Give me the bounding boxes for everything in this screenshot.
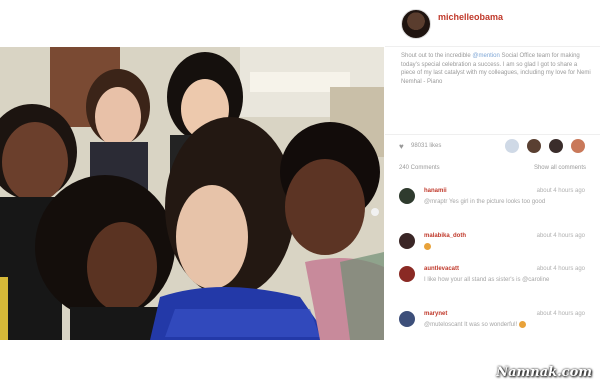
commenter-avatar[interactable] (399, 266, 415, 282)
commenter-avatar[interactable] (399, 188, 415, 204)
emoji-icon (518, 321, 526, 328)
group-selfie-image (0, 47, 384, 340)
liker-avatar-icon[interactable] (527, 139, 541, 153)
post-stats: ♥ 98031 likes 240 Comments Show all comm… (385, 134, 600, 181)
caption-text-3: - Piano (423, 78, 443, 85)
comment-text-body: @muteloscant It was so wonderful! (424, 322, 518, 329)
comment-text (424, 243, 584, 251)
comment-text: @muteloscant It was so wonderful! (424, 321, 584, 329)
comment-text: @mraptr Yes girl in the picture looks to… (424, 199, 546, 205)
likes-count[interactable]: 98031 likes (411, 143, 441, 149)
comment-item: auntlevacatt about 4 hours ago I like ho… (399, 264, 589, 304)
comment-item: marynet about 4 hours ago @muteloscant I… (399, 309, 589, 349)
liker-avatar-icon[interactable] (571, 139, 585, 153)
post-side-panel: michelleobama Shout out to the incredibl… (385, 0, 600, 345)
commenter-username[interactable]: marynet (424, 311, 447, 317)
liker-avatar-icon[interactable] (505, 139, 519, 153)
commenter-username[interactable]: malabika_doth (424, 233, 466, 239)
site-watermark: Namnak.com (496, 365, 592, 380)
comments-count: 240 Comments (399, 165, 440, 171)
profile-avatar[interactable] (401, 9, 431, 39)
profile-username[interactable]: michelleobama (438, 12, 503, 22)
emoji-icon (424, 243, 431, 250)
comment-text: I like how your all stand as sister's is… (424, 277, 550, 283)
commenter-avatar[interactable] (399, 233, 415, 249)
caption-mention[interactable]: @mention (472, 53, 499, 59)
commenter-avatar[interactable] (399, 311, 415, 327)
post-caption: Shout out to the incredible @mention Soc… (401, 52, 591, 86)
post-header: michelleobama (385, 0, 600, 47)
comment-time: about 4 hours ago (536, 233, 585, 239)
heart-icon[interactable]: ♥ (399, 142, 407, 151)
commenter-username[interactable]: hanamii (424, 188, 447, 194)
caption-text-1: Shout out to the incredible (401, 53, 473, 59)
comment-time: about 4 hours ago (536, 188, 585, 194)
commenter-username[interactable]: auntlevacatt (424, 266, 459, 272)
show-all-comments-link[interactable]: Show all comments (534, 165, 586, 171)
post-photo[interactable] (0, 47, 384, 340)
comment-time: about 4 hours ago (536, 311, 585, 317)
comment-time: about 4 hours ago (536, 266, 585, 272)
liker-avatar-icon[interactable] (549, 139, 563, 153)
comment-item: hanamii about 4 hours ago @mraptr Yes gi… (399, 186, 589, 226)
